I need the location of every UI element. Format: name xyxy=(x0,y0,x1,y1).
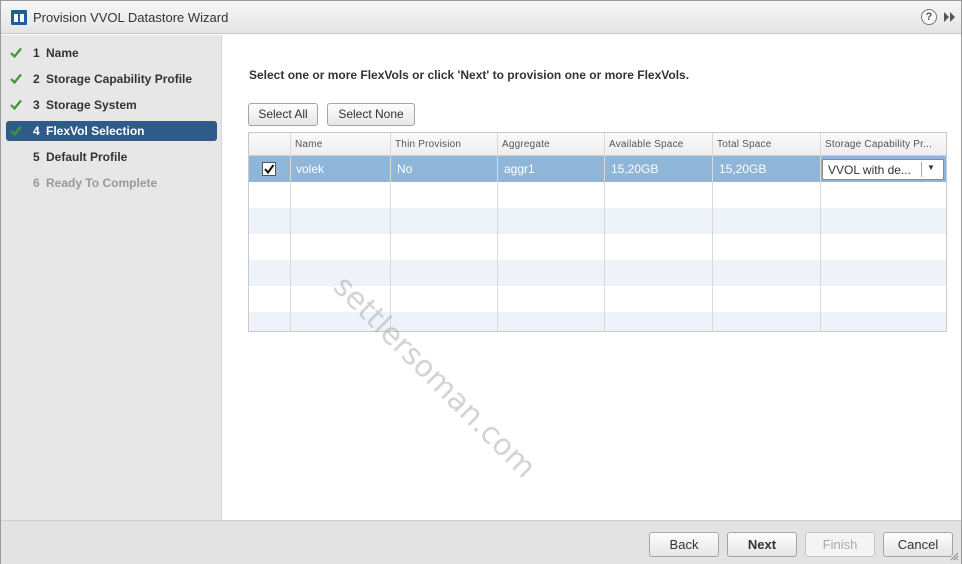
wizard-window: Provision VVOL Datastore Wizard ? 1 Name… xyxy=(0,0,962,564)
row-checkbox[interactable] xyxy=(262,162,276,176)
back-button[interactable]: Back xyxy=(649,532,719,557)
table-row[interactable]: volek No aggr1 15,20GB 15,20GB VVOL with… xyxy=(249,156,946,182)
grid-divider xyxy=(820,133,821,331)
select-none-button[interactable]: Select None xyxy=(327,103,415,126)
next-button[interactable]: Next xyxy=(727,532,797,557)
column-header-aggregate[interactable]: Aggregate xyxy=(498,133,605,156)
finish-button: Finish xyxy=(805,532,875,557)
cell-thin-provision: No xyxy=(397,162,413,176)
cell-name: volek xyxy=(296,162,325,176)
column-header-storage-capability-profile[interactable]: Storage Capability Pr... xyxy=(821,133,946,156)
grid-divider xyxy=(604,133,605,331)
step-label: Default Profile xyxy=(46,150,128,164)
step-label: Storage System xyxy=(46,98,137,112)
step-number: 3 xyxy=(33,98,40,112)
column-header-name[interactable]: Name xyxy=(291,133,391,156)
cell-total-space: 15,20GB xyxy=(719,162,767,176)
dropdown-value: VVOL with de... xyxy=(828,163,911,177)
table-row-empty xyxy=(249,182,946,208)
column-header-available-space[interactable]: Available Space xyxy=(605,133,713,156)
window-title: Provision VVOL Datastore Wizard xyxy=(33,10,229,25)
step-storage-system[interactable]: 3 Storage System xyxy=(6,95,217,115)
check-icon xyxy=(10,125,22,136)
cell-aggregate: aggr1 xyxy=(504,162,535,176)
step-number: 4 xyxy=(33,124,40,138)
step-flexvol-selection[interactable]: 4 FlexVol Selection xyxy=(6,121,217,141)
step-number: 5 xyxy=(33,150,40,164)
wizard-footer: Back Next Finish Cancel xyxy=(1,520,961,564)
dropdown-divider xyxy=(921,162,922,177)
step-label: Ready To Complete xyxy=(46,176,158,190)
column-header-select[interactable] xyxy=(249,133,291,156)
app-logo-icon xyxy=(11,10,27,25)
step-number: 1 xyxy=(33,46,40,60)
step-number: 2 xyxy=(33,72,40,86)
check-icon xyxy=(10,99,22,110)
wizard-steps-sidebar: 1 Name 2 Storage Capability Profile 3 St… xyxy=(1,35,222,520)
step-name[interactable]: 1 Name xyxy=(6,43,217,63)
checkmark-icon xyxy=(264,164,275,175)
column-header-total-space[interactable]: Total Space xyxy=(713,133,821,156)
resize-grip-icon[interactable] xyxy=(949,551,959,561)
check-icon xyxy=(10,47,22,58)
check-icon xyxy=(10,73,22,84)
step-storage-capability-profile[interactable]: 2 Storage Capability Profile xyxy=(6,69,217,89)
chevron-down-icon[interactable]: ▼ xyxy=(927,163,935,172)
step-label: Name xyxy=(46,46,79,60)
column-header-thin-provision[interactable]: Thin Provision xyxy=(391,133,498,156)
help-icon[interactable]: ? xyxy=(921,9,937,25)
step-label: FlexVol Selection xyxy=(46,124,145,138)
cancel-button[interactable]: Cancel xyxy=(883,532,953,557)
table-row-empty xyxy=(249,234,946,260)
cell-available-space: 15,20GB xyxy=(611,162,659,176)
step-ready-to-complete: 6 Ready To Complete xyxy=(6,173,217,193)
step-default-profile[interactable]: 5 Default Profile xyxy=(6,147,217,167)
step-number: 6 xyxy=(33,176,40,190)
expand-icon[interactable] xyxy=(943,9,957,25)
grid-divider xyxy=(712,133,713,331)
grid-header: Name Thin Provision Aggregate Available … xyxy=(249,133,946,156)
instruction-text: Select one or more FlexVols or click 'Ne… xyxy=(249,68,690,82)
select-all-button[interactable]: Select All xyxy=(248,103,318,126)
table-row-empty xyxy=(249,208,946,234)
grid-divider xyxy=(290,133,291,331)
title-bar: Provision VVOL Datastore Wizard ? xyxy=(1,1,961,34)
storage-profile-dropdown[interactable]: VVOL with de... ▼ xyxy=(822,159,944,180)
grid-divider xyxy=(390,133,391,331)
step-label: Storage Capability Profile xyxy=(46,72,193,86)
grid-divider xyxy=(497,133,498,331)
